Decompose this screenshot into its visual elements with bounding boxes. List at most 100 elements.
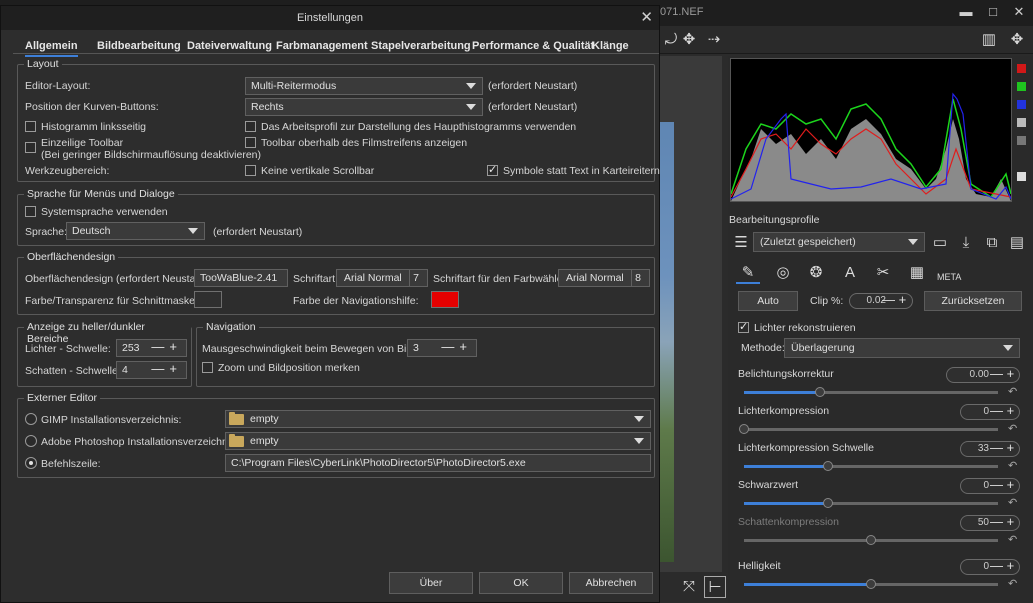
command-line-radio[interactable]	[25, 457, 37, 469]
editor-layout-dropdown[interactable]: Multi-Reitermodus	[245, 77, 483, 95]
crop-mask-color-button[interactable]	[194, 291, 222, 308]
raw-tab-icon[interactable]: ▦	[905, 262, 929, 284]
reset-slider-icon[interactable]: ↶	[1008, 496, 1017, 509]
system-language-checkbox[interactable]	[25, 206, 36, 217]
reset-slider-icon[interactable]: ↶	[1008, 459, 1017, 472]
slider-track[interactable]	[739, 424, 998, 434]
transform-tab-icon[interactable]: ✂	[871, 262, 895, 284]
color-tab-icon[interactable]: ❂	[804, 262, 828, 284]
shadows-threshold-spinner[interactable]: 4 —+	[116, 361, 187, 379]
reset-button[interactable]: Zurücksetzen	[924, 291, 1022, 311]
font-name: Arial Normal	[337, 270, 410, 286]
pan-speed-spinner[interactable]: 3 —+	[407, 339, 477, 357]
dialog-title: Einstellungen	[296, 12, 364, 24]
advanced-tab-icon[interactable]: A	[838, 262, 862, 284]
remember-zoom-checkbox[interactable]	[202, 362, 213, 373]
reset-slider-icon[interactable]: ↶	[1008, 533, 1017, 546]
slider-knob[interactable]	[866, 579, 876, 589]
reset-slider-icon[interactable]: ↶	[1008, 577, 1017, 590]
hist-left-checkbox[interactable]	[25, 121, 36, 132]
curve-buttons-dropdown[interactable]: Rechts	[245, 98, 483, 116]
picker-font-button[interactable]: Arial Normal 8	[558, 269, 650, 287]
slider-stepper[interactable]: — +	[990, 367, 1014, 381]
slider-track[interactable]	[744, 461, 998, 471]
tab-2[interactable]: Dateiverwaltung	[187, 40, 272, 52]
profile-list-icon[interactable]: ☰	[730, 232, 752, 254]
slider-stepper[interactable]: — +	[990, 441, 1014, 455]
clip-label: Clip %:	[810, 295, 844, 307]
profile-combo[interactable]: (Zuletzt gespeichert)	[753, 232, 925, 252]
detail-tab-icon[interactable]: ◎	[771, 262, 795, 284]
toolbar-above-checkbox[interactable]	[245, 137, 256, 148]
curve-buttons-restart-note: (erfordert Neustart)	[488, 101, 578, 113]
font-picker-button[interactable]: Arial Normal 7	[336, 269, 428, 287]
photoshop-radio[interactable]	[25, 435, 37, 447]
gimp-radio[interactable]	[25, 413, 37, 425]
raw-toggle[interactable]	[1017, 172, 1026, 181]
green-channel-toggle[interactable]	[1017, 82, 1026, 91]
command-line-label: Befehlszeile:	[41, 458, 101, 470]
tab-5[interactable]: Performance & Qualität	[472, 40, 594, 52]
panel-toggle-icon[interactable]: ⊢	[704, 576, 726, 598]
no-vscroll-checkbox[interactable]	[245, 165, 256, 176]
slider-knob[interactable]	[822, 498, 833, 508]
folder-open-icon[interactable]: ▭	[929, 232, 951, 254]
slider-track[interactable]	[744, 498, 998, 508]
slider-knob[interactable]	[822, 461, 833, 471]
cancel-button[interactable]: Abbrechen	[569, 572, 653, 594]
reset-slider-icon[interactable]: ↶	[1008, 385, 1017, 398]
photoshop-path-dropdown[interactable]: empty	[225, 432, 651, 450]
slider-stepper[interactable]: — +	[990, 478, 1014, 492]
close-app-button[interactable]: ✕	[1010, 4, 1028, 20]
tab-4[interactable]: Stapelverarbeitung	[371, 40, 471, 52]
slider-stepper[interactable]: — +	[990, 404, 1014, 418]
slider-stepper[interactable]: — +	[990, 515, 1014, 529]
slider-stepper[interactable]: — +	[990, 559, 1014, 573]
command-line-input[interactable]: C:\Program Files\CyberLink\PhotoDirector…	[225, 454, 651, 472]
slider-knob[interactable]	[866, 535, 876, 545]
tab-6[interactable]: Klänge	[592, 40, 629, 52]
reset-slider-icon[interactable]: ↶	[1008, 422, 1017, 435]
method-combo[interactable]: Überlagerung	[784, 338, 1020, 358]
dialog-close-button[interactable]: ✕	[640, 8, 653, 26]
auto-button[interactable]: Auto	[738, 291, 798, 311]
chroma-toggle[interactable]	[1017, 136, 1026, 145]
slider-track[interactable]	[744, 535, 998, 545]
maximize-button[interactable]: □	[984, 4, 1002, 20]
slider-track[interactable]	[744, 387, 998, 397]
profile-selected: (Zuletzt gespeichert)	[760, 236, 856, 248]
slider-knob[interactable]	[739, 424, 749, 434]
surface-design-legend: Oberflächendesign	[24, 251, 119, 263]
slider-track[interactable]	[744, 579, 998, 589]
slider-label: Lichterkompression Schwelle	[738, 442, 874, 454]
about-button[interactable]: Über	[389, 572, 473, 594]
tab-0[interactable]: Allgemein	[25, 40, 78, 57]
paste-profile-icon[interactable]: ▤	[1006, 232, 1028, 254]
symbols-tabs-checkbox[interactable]	[487, 163, 498, 176]
recover-highlights-checkbox[interactable]	[738, 320, 749, 333]
working-profile-checkbox[interactable]	[245, 121, 256, 132]
crop-flip-icon[interactable]: ⇢	[703, 29, 725, 51]
exposure-tab-icon[interactable]: ✎	[736, 262, 760, 284]
gimp-path-dropdown[interactable]: empty	[225, 410, 651, 428]
clip-stepper[interactable]: — +	[882, 293, 906, 307]
blue-channel-toggle[interactable]	[1017, 100, 1026, 109]
single-toolbar-checkbox[interactable]	[25, 142, 36, 153]
fit-screen-icon[interactable]: ⤧	[678, 576, 700, 598]
minimize-button[interactable]: ▬	[957, 4, 975, 20]
theme-dropdown[interactable]: TooWaBlue-2.41	[194, 269, 288, 287]
ok-button[interactable]: OK	[479, 572, 563, 594]
film-strip-icon[interactable]: ▥	[978, 29, 1000, 51]
copy-profile-icon[interactable]: ⧉	[981, 232, 1003, 254]
nav-color-button[interactable]	[431, 291, 459, 308]
tab-1[interactable]: Bildbearbeitung	[97, 40, 181, 52]
language-dropdown[interactable]: Deutsch	[66, 222, 205, 240]
tab-3[interactable]: Farbmanagement	[276, 40, 368, 52]
straighten-icon[interactable]: ✥	[678, 29, 700, 51]
meta-tab-icon[interactable]: META	[937, 262, 961, 284]
navigator-icon[interactable]: ✥	[1006, 29, 1028, 51]
red-channel-toggle[interactable]	[1017, 64, 1026, 73]
highlights-threshold-spinner[interactable]: 253 —+	[116, 339, 187, 357]
luminance-toggle[interactable]	[1017, 118, 1026, 127]
save-profile-icon[interactable]: ⤓	[955, 232, 977, 254]
